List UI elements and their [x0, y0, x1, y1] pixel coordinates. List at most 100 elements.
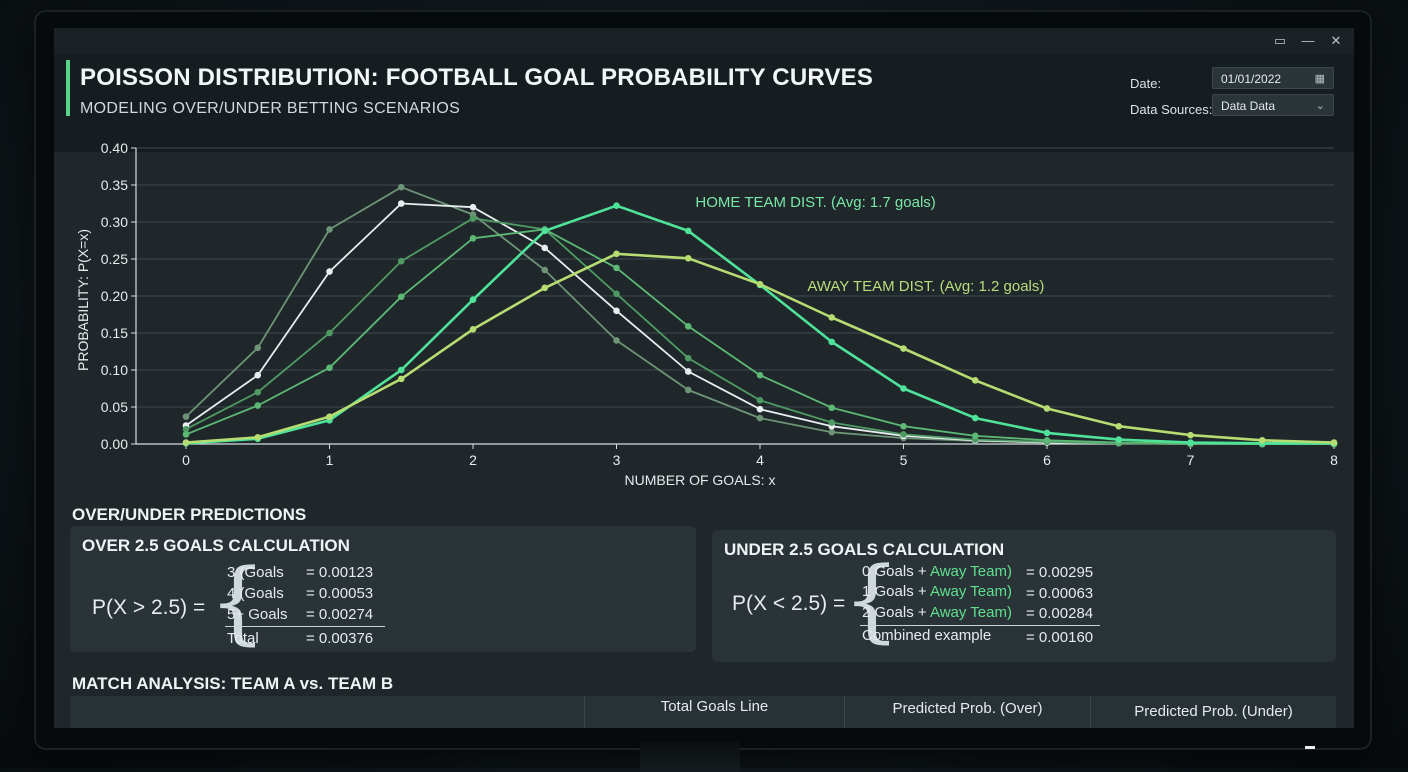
chart-series [182, 183, 1338, 448]
over-row-term: 4 (Goals [227, 585, 284, 602]
series-annotation: HOME TEAM DIST. (Avg: 1.7 goals) [695, 194, 935, 211]
y-tick-label: 0.40 [101, 140, 128, 156]
over-row-term: 5+ Goals [227, 606, 288, 623]
title-accent-bar [66, 60, 70, 116]
data-point [1115, 436, 1123, 443]
y-tick-label: 0.25 [101, 251, 128, 267]
predictions-section-title: OVER/UNDER PREDICTIONS [72, 505, 307, 524]
series-line [185, 186, 1334, 445]
x-axis-label: NUMBER OF GOALS: x [625, 472, 776, 488]
data-point [469, 215, 477, 222]
chart-svg: 0.00 0.05 0.10 0.15 0.20 0.25 0.30 0.35 0.40 0 1 2 3… [75, 140, 1338, 488]
y-axis-label: PROBABILITY: P(X=x) [75, 229, 91, 371]
data-point [684, 254, 692, 262]
data-point [684, 323, 692, 330]
close-icon[interactable]: ✕ [1326, 31, 1346, 51]
y-tick-label: 0.10 [101, 362, 128, 378]
data-point [828, 428, 836, 436]
over-row-value: = 0.00123 [306, 564, 374, 581]
date-picker[interactable]: 01/01/2022 ▦ [1212, 67, 1334, 89]
data-point [397, 183, 405, 191]
restore-icon[interactable]: ▭ [1270, 31, 1290, 51]
data-point [684, 386, 692, 394]
date-label: Date: [1130, 76, 1162, 91]
data-point [397, 366, 405, 374]
x-tick-label: 7 [1187, 452, 1195, 468]
data-sources-select[interactable]: Data Data ⌄ [1212, 94, 1334, 116]
data-point [613, 202, 620, 210]
date-value: 01/01/2022 [1221, 72, 1282, 86]
data-point [900, 345, 907, 352]
under-total-term: Combined example [862, 627, 992, 644]
match-table-header: Total Goals Line Predicted Prob. (Over) … [70, 696, 1336, 728]
y-tick-label: 0.05 [101, 399, 128, 415]
column-header[interactable] [70, 696, 584, 728]
y-tick-label: 0.35 [101, 177, 128, 193]
data-point [254, 388, 262, 396]
data-point [469, 296, 477, 303]
minimize-icon[interactable]: — [1298, 31, 1318, 51]
data-point [254, 344, 262, 352]
data-point [613, 264, 620, 272]
data-point [182, 413, 190, 420]
chart-grid [136, 147, 1334, 445]
data-point [613, 290, 620, 298]
page-subtitle: MODELING OVER/UNDER BETTING SCENARIOS [80, 100, 461, 117]
data-point [469, 326, 477, 333]
data-point [326, 329, 333, 337]
data-point [541, 227, 549, 235]
column-header-prob-over[interactable]: Predicted Prob. (Over) [844, 696, 1090, 728]
y-tick-label: 0.15 [101, 325, 128, 341]
y-tick-label: 0.30 [101, 214, 128, 230]
data-point [971, 432, 979, 440]
data-point [900, 385, 907, 392]
data-point [182, 431, 190, 438]
y-tick-label: 0.00 [101, 436, 128, 452]
under-row-value: = 0.00063 [1026, 585, 1094, 602]
data-point [326, 413, 333, 420]
data-point [541, 266, 549, 274]
data-point [613, 250, 620, 258]
data-point [182, 439, 190, 446]
x-tick-label: 1 [326, 452, 334, 468]
data-point [828, 314, 836, 321]
data-point [1187, 431, 1194, 439]
data-point [254, 402, 262, 409]
under-sum-line [860, 625, 1100, 626]
window-titlebar: ▭ — ✕ [54, 28, 1354, 54]
under-row-value: = 0.00284 [1026, 605, 1094, 622]
app-window: ▭ — ✕ POISSON DISTRIBUTION: FOOTBALL GOA… [54, 28, 1354, 728]
over-calculation-panel: OVER 2.5 GOALS CALCULATION P(X > 2.5) = … [70, 526, 696, 652]
data-point [828, 419, 836, 426]
column-header-total-goals-line[interactable]: Total Goals Line [584, 696, 844, 728]
under-total-value: = 0.00160 [1026, 629, 1094, 646]
x-tick-label: 8 [1330, 452, 1338, 468]
x-tick-label: 3 [613, 452, 621, 468]
data-point [397, 375, 405, 383]
data-point [326, 268, 333, 275]
data-point [756, 414, 764, 422]
data-point [254, 371, 262, 379]
x-tick-label: 4 [756, 452, 764, 468]
data-point [1187, 439, 1194, 446]
data-point [254, 434, 262, 441]
column-header-prob-under[interactable]: Predicted Prob. (Under) [1090, 696, 1336, 728]
under-formula-lhs: P(X < 2.5) = [732, 592, 846, 615]
data-point [469, 203, 477, 211]
data-point [756, 397, 764, 404]
calendar-icon: ▦ [1314, 73, 1325, 85]
poisson-chart: 0.00 0.05 0.10 0.15 0.20 0.25 0.30 0.35 0.40 0 1 2 3… [54, 124, 1354, 504]
data-point [397, 200, 405, 207]
data-point [756, 371, 764, 379]
data-sources-label: Data Sources: [1130, 102, 1213, 117]
under-row-term: 2 Goals + Away Team) [862, 604, 1012, 621]
over-formula-lhs: P(X > 2.5) = [92, 596, 206, 619]
data-point [828, 404, 836, 412]
data-point [613, 337, 620, 344]
data-point [971, 414, 979, 422]
data-point [684, 354, 692, 362]
x-tick-label: 0 [182, 452, 190, 468]
data-point [971, 377, 979, 384]
data-point [1330, 439, 1338, 446]
data-point [541, 284, 549, 292]
